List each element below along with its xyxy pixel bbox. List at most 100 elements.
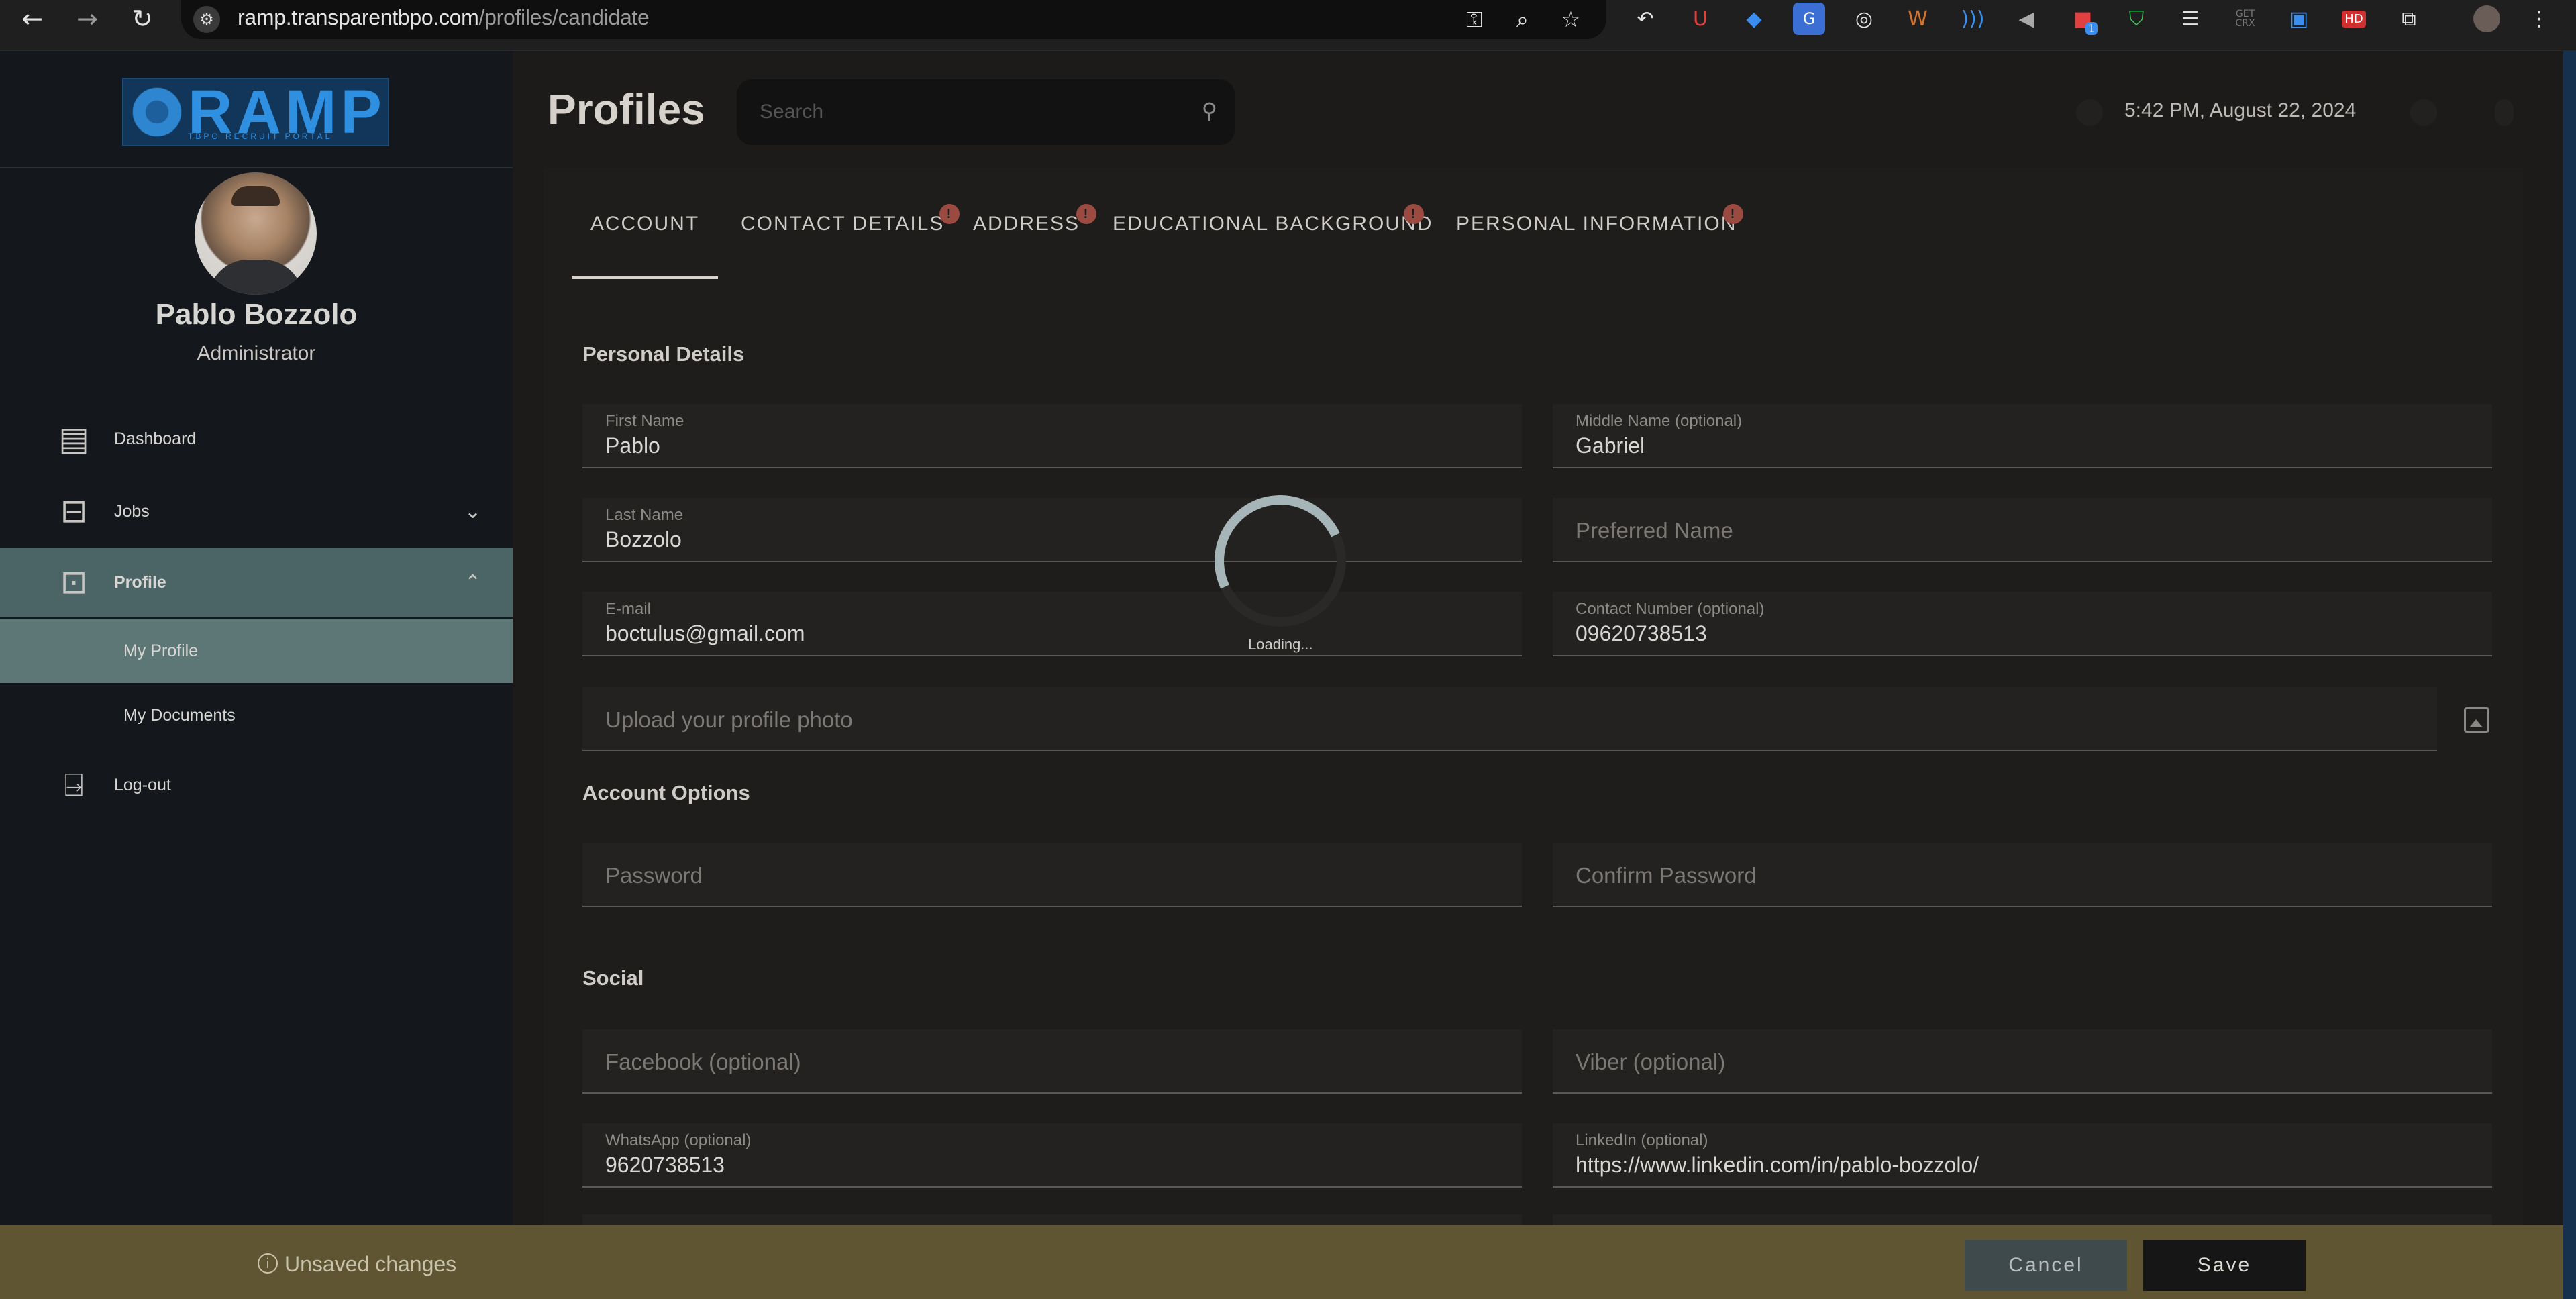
back-arrow-icon[interactable]: ←: [12, 0, 52, 38]
volume-extension-icon[interactable]: ◀: [2010, 3, 2043, 35]
field-label: Last Name: [605, 506, 684, 524]
notification-icon[interactable]: [2410, 99, 2437, 126]
gem-extension-icon[interactable]: ◆: [1738, 3, 1770, 35]
first-name-field[interactable]: First Name Pablo: [582, 404, 1522, 468]
unsaved-changes-bar: i Unsaved changes Cancel Save: [0, 1225, 2563, 1299]
password-field[interactable]: Password: [582, 843, 1522, 907]
address-bar[interactable]: ⚙ ramp.transparentbpo.com/profiles/candi…: [181, 0, 1606, 39]
avatar: [195, 172, 317, 295]
translate-extension-icon[interactable]: G: [1793, 3, 1825, 35]
field-label: LinkedIn (optional): [1576, 1131, 1708, 1149]
linkedin-field[interactable]: LinkedIn (optional) https://www.linkedin…: [1553, 1123, 2492, 1188]
field-value: Gabriel: [1576, 433, 1645, 458]
field-label: Contact Number (optional): [1576, 600, 1765, 618]
ramp-logo[interactable]: RAMP TBPO RECRUIT PORTAL: [122, 78, 389, 146]
field-value: Bozzolo: [605, 527, 682, 552]
magnet-extension-icon[interactable]: U: [1684, 3, 1716, 35]
contact-number-field[interactable]: Contact Number (optional) 09620738513: [1553, 592, 2492, 656]
get-crx-extension-icon[interactable]: GET CRX: [2229, 3, 2261, 35]
profile-card-icon: ⊡: [60, 564, 88, 601]
sidebar-item-label: Dashboard: [114, 429, 197, 448]
field-label: E-mail: [605, 600, 652, 618]
field-value: boctulus@gmail.com: [605, 621, 805, 645]
sidebar-item-dashboard[interactable]: ▤ Dashboard: [0, 404, 513, 474]
undo-extension-icon[interactable]: ↶: [1629, 3, 1661, 35]
wave-extension-icon[interactable]: ))): [1957, 3, 1989, 35]
active-tab-indicator: [572, 276, 718, 279]
sidebar-item-label: Profile: [114, 572, 166, 592]
tab-label: CONTACT DETAILS: [741, 213, 945, 235]
sidebar-item-profile[interactable]: ⊡ Profile ⌃: [0, 548, 513, 617]
sidebar-subitem-my-documents[interactable]: My Documents: [0, 683, 513, 747]
tab-contact-details[interactable]: CONTACT DETAILS !: [741, 168, 960, 280]
email-field[interactable]: E-mail boctulus@gmail.com: [582, 592, 1522, 656]
wordpress-extension-icon[interactable]: W: [1902, 3, 1934, 35]
profile-photo-upload-field[interactable]: Upload your profile photo: [582, 687, 2437, 751]
tab-educational-background[interactable]: EDUCATIONAL BACKGROUND !: [1113, 168, 1433, 280]
field-value: 9620738513: [605, 1153, 725, 1177]
warning-badge-icon: !: [1404, 204, 1424, 224]
sidebar-subitem-label: My Profile: [123, 641, 199, 660]
tab-label: EDUCATIONAL BACKGROUND: [1113, 213, 1433, 235]
cancel-button[interactable]: Cancel: [1965, 1240, 2127, 1291]
site-settings-icon[interactable]: ⚙: [193, 6, 220, 33]
spy-extension-icon[interactable]: ◎: [1848, 3, 1880, 35]
field-placeholder: Upload your profile photo: [605, 707, 853, 732]
extensions-puzzle-icon[interactable]: ⧉: [2393, 3, 2425, 35]
list-extension-icon[interactable]: ☰: [2174, 3, 2206, 35]
logo-flower-icon: [129, 84, 185, 140]
sidebar-subitem-my-profile[interactable]: My Profile: [0, 619, 513, 683]
forward-arrow-icon[interactable]: →: [67, 0, 107, 38]
facebook-field[interactable]: Facebook (optional): [582, 1029, 1522, 1094]
whatsapp-field[interactable]: WhatsApp (optional) 9620738513: [582, 1123, 1522, 1188]
datetime: 5:42 PM, August 22, 2024: [2124, 99, 2357, 121]
briefcase-icon: ⊟: [60, 492, 88, 530]
url-text[interactable]: ramp.transparentbpo.com/profiles/candida…: [238, 5, 650, 30]
browser-menu-icon[interactable]: ⋮: [2523, 3, 2555, 35]
preferred-name-field[interactable]: Preferred Name: [1553, 498, 2492, 562]
screen-extension-icon[interactable]: ▣: [2283, 3, 2315, 35]
zoom-icon[interactable]: ⌕: [1507, 4, 1538, 35]
middle-name-field[interactable]: Middle Name (optional) Gabriel: [1553, 404, 2492, 468]
unsaved-changes-text: Unsaved changes: [285, 1252, 457, 1276]
save-button[interactable]: Save: [2143, 1240, 2306, 1291]
image-upload-icon[interactable]: [2464, 707, 2489, 733]
search-input[interactable]: [760, 79, 1162, 145]
notification-extension-icon[interactable]: ■ 1: [2067, 3, 2099, 35]
shield-extension-icon[interactable]: ⛉: [2120, 3, 2153, 35]
search-box: ⚲: [737, 79, 1235, 145]
field-placeholder: Preferred Name: [1576, 518, 1733, 543]
clock-icon: [2076, 99, 2103, 126]
browser-toolbar: ← → ↻ ⚙ ramp.transparentbpo.com/profiles…: [0, 0, 2576, 51]
last-name-field[interactable]: Last Name Bozzolo: [582, 498, 1522, 562]
field-label: WhatsApp (optional): [605, 1131, 752, 1149]
field-value: 09620738513: [1576, 621, 1707, 645]
header-menu-icon[interactable]: [2495, 99, 2514, 126]
tab-personal-information[interactable]: PERSONAL INFORMATION !: [1456, 168, 1743, 280]
sidebar: RAMP TBPO RECRUIT PORTAL Pablo Bozzolo A…: [0, 51, 513, 1225]
loading-text: Loading...: [1248, 636, 1313, 653]
sidebar-item-logout[interactable]: ⍈ Log-out: [0, 750, 513, 820]
page-title: Profiles: [548, 85, 705, 134]
field-value: https://www.linkedin.com/in/pablo-bozzol…: [1576, 1153, 1979, 1177]
confirm-password-field[interactable]: Confirm Password: [1553, 843, 2492, 907]
tab-account[interactable]: ACCOUNT: [572, 168, 718, 280]
tab-label: ACCOUNT: [590, 213, 700, 235]
chevron-down-icon: ⌄: [464, 499, 482, 523]
hd-extension-icon[interactable]: HD: [2338, 3, 2370, 35]
sidebar-item-label: Jobs: [114, 501, 150, 521]
main-content: Profiles ⚲ 5:42 PM, August 22, 2024 ACCO…: [513, 51, 2563, 1228]
logo-subtitle: TBPO RECRUIT PORTAL: [188, 132, 333, 141]
sidebar-item-label: Log-out: [114, 775, 171, 794]
viber-field[interactable]: Viber (optional): [1553, 1029, 2492, 1094]
bookmark-star-icon[interactable]: ☆: [1555, 4, 1586, 35]
reload-icon[interactable]: ↻: [122, 0, 162, 38]
password-key-icon[interactable]: ⚿: [1459, 4, 1490, 35]
tab-address[interactable]: ADDRESS !: [973, 168, 1096, 280]
field-placeholder: Facebook (optional): [605, 1049, 801, 1074]
field-placeholder: Password: [605, 863, 703, 888]
warning-badge-icon: !: [1723, 204, 1743, 224]
browser-profile-avatar[interactable]: [2473, 5, 2500, 32]
search-icon[interactable]: ⚲: [1190, 98, 1217, 125]
sidebar-item-jobs[interactable]: ⊟ Jobs ⌄: [0, 476, 513, 546]
